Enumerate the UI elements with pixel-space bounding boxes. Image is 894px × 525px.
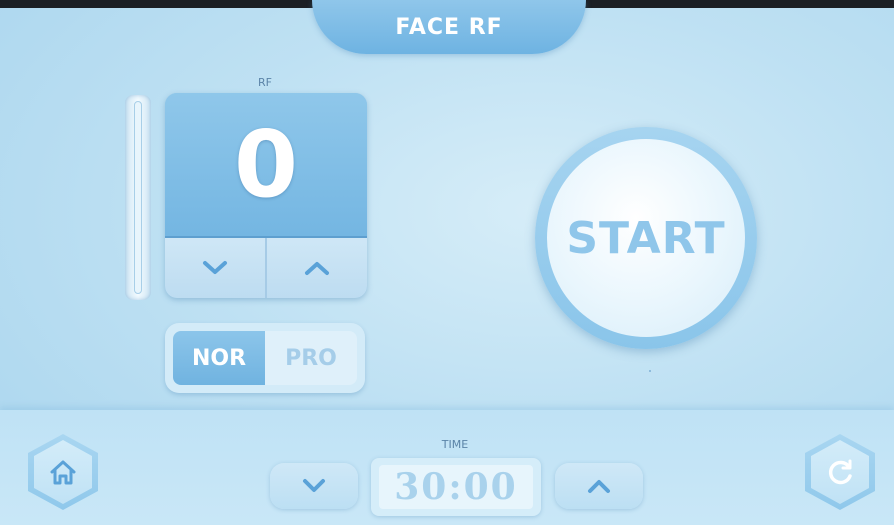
mode-nor-button[interactable]: NOR xyxy=(173,331,265,385)
time-decrease-button[interactable] xyxy=(270,463,358,509)
chevron-up-icon xyxy=(305,262,329,275)
rf-value: 0 xyxy=(233,110,298,218)
mode-pro-button[interactable]: PRO xyxy=(265,331,357,385)
rf-level-indicator xyxy=(134,101,142,294)
rf-level-bar xyxy=(125,95,151,300)
screen-dot xyxy=(649,370,651,372)
start-button[interactable]: START xyxy=(547,139,745,337)
rf-control-panel: 0 xyxy=(165,93,367,298)
start-button-label: START xyxy=(566,212,726,264)
time-display: 30:00 xyxy=(371,458,541,516)
start-button-ring: START xyxy=(535,127,757,349)
mode-toggle: NOR PRO xyxy=(165,323,365,393)
time-label: TIME xyxy=(441,438,469,451)
rf-decrease-button[interactable] xyxy=(165,238,267,298)
rf-label: RF xyxy=(258,76,272,89)
chevron-down-icon xyxy=(303,479,325,492)
page-title: FACE RF xyxy=(312,0,586,54)
page-title-text: FACE RF xyxy=(395,14,503,40)
time-increase-button[interactable] xyxy=(555,463,643,509)
home-icon xyxy=(50,460,76,485)
refresh-icon xyxy=(828,459,852,485)
chevron-up-icon xyxy=(588,480,610,493)
refresh-button-face xyxy=(811,440,869,504)
chevron-down-icon xyxy=(203,261,227,274)
rf-increase-button[interactable] xyxy=(267,238,367,298)
rf-value-display: 0 xyxy=(165,93,367,236)
time-value: 30:00 xyxy=(379,465,533,509)
home-button-face xyxy=(34,440,92,504)
